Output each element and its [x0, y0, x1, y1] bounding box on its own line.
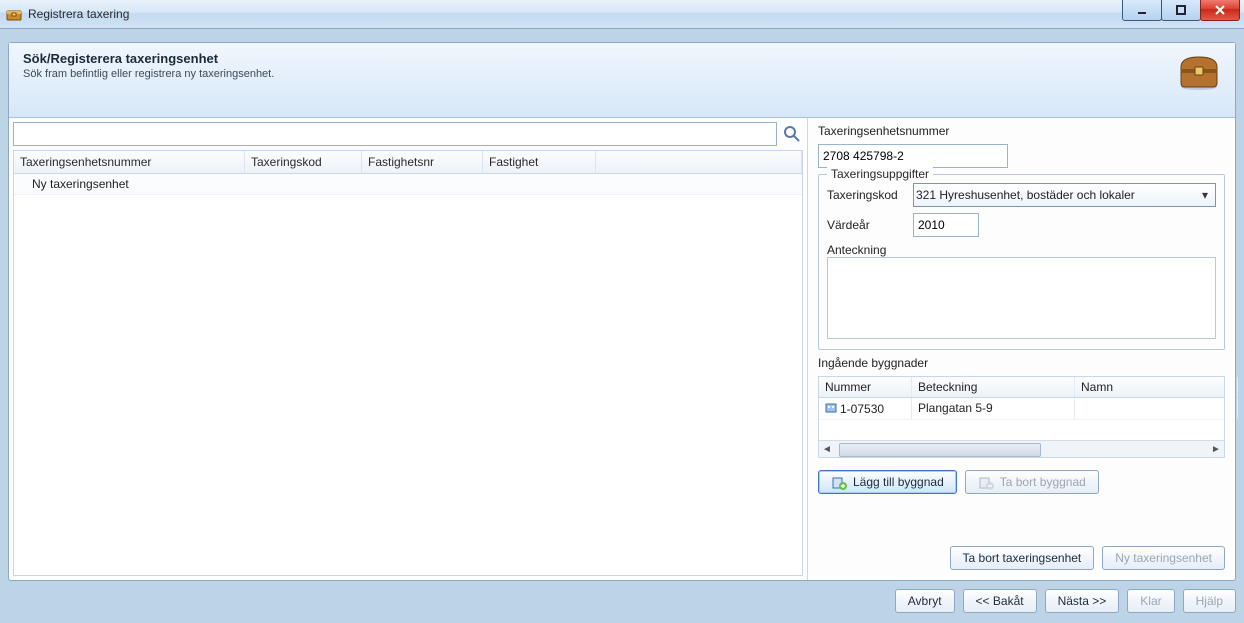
- next-button[interactable]: Nästa >>: [1045, 589, 1120, 613]
- new-unit-button[interactable]: Ny taxeringsenhet: [1102, 546, 1225, 570]
- bcell-num: 1-07530: [819, 398, 912, 419]
- bcol-bet[interactable]: Beteckning: [912, 377, 1075, 397]
- note-textarea[interactable]: [827, 257, 1216, 339]
- scroll-thumb[interactable]: [839, 443, 1041, 457]
- banner-sub: Sök fram befintlig eller registrera ny t…: [23, 68, 1221, 80]
- app-window: Registrera taxering Sök/Registerera taxe…: [0, 0, 1244, 623]
- buildings-header: Nummer Beteckning Namn Fast: [819, 377, 1224, 398]
- search-row: [13, 122, 803, 146]
- chest-icon: [1177, 53, 1221, 91]
- cell-tx: Ny taxeringsenhet: [14, 174, 256, 194]
- add-icon: [831, 474, 847, 490]
- body: Taxeringsenhetsnummer Taxeringskod Fasti…: [9, 118, 1235, 580]
- done-button[interactable]: Klar: [1127, 589, 1174, 613]
- group-legend: Taxeringsuppgifter: [827, 167, 933, 181]
- right-pane: Taxeringsenhetsnummer Taxeringsuppgifter…: [808, 118, 1235, 580]
- back-button[interactable]: << Bakåt: [963, 589, 1037, 613]
- bcol-namn[interactable]: Namn: [1075, 377, 1238, 397]
- scroll-right-icon[interactable]: ►: [1208, 441, 1224, 457]
- wizard-panel: Sök/Registerera taxeringsenhet Sök fram …: [8, 42, 1236, 581]
- left-pane: Taxeringsenhetsnummer Taxeringskod Fasti…: [9, 118, 808, 580]
- add-building-label: Lägg till byggnad: [853, 475, 944, 489]
- grid-header: Taxeringsenhetsnummer Taxeringskod Fasti…: [14, 151, 802, 174]
- cell-kod: [256, 174, 372, 194]
- bcell-bet: Plangatan 5-9: [912, 398, 1075, 419]
- scroll-left-icon[interactable]: ◄: [819, 441, 835, 457]
- window-controls: [1123, 0, 1240, 21]
- add-building-button[interactable]: Lägg till byggnad: [818, 470, 957, 494]
- minimize-button[interactable]: [1122, 0, 1162, 21]
- search-input[interactable]: [13, 122, 777, 146]
- bcol-fast[interactable]: Fast: [1238, 377, 1244, 397]
- tx-label: Taxeringsenhetsnummer: [818, 124, 1225, 138]
- col-fastighet[interactable]: Fastighet: [483, 151, 596, 173]
- col-fastighetsnr[interactable]: Fastighetsnr: [362, 151, 483, 173]
- kod-select-value: 321 Hyreshusenhet, bostäder och lokaler: [916, 188, 1135, 202]
- bcell-fast: 1-07: [1238, 398, 1244, 419]
- window-title: Registrera taxering: [28, 7, 129, 21]
- col-taxeringskod[interactable]: Taxeringskod: [245, 151, 362, 173]
- help-button[interactable]: Hjälp: [1183, 589, 1236, 613]
- bcell-namn: [1075, 398, 1238, 419]
- title-bar: Registrera taxering: [0, 0, 1244, 29]
- grid-row[interactable]: Ny taxeringsenhet: [14, 174, 802, 195]
- cell-fnr: [372, 174, 492, 194]
- remove-building-button[interactable]: Ta bort byggnad: [965, 470, 1099, 494]
- buildings-heading: Ingående byggnader: [818, 356, 1225, 370]
- note-label: Anteckning: [827, 243, 1216, 257]
- cell-fast: [492, 174, 604, 194]
- app-icon: [6, 6, 22, 22]
- wizard-footer: Avbryt << Bakåt Nästa >> Klar Hjälp: [8, 585, 1236, 617]
- kod-select[interactable]: 321 Hyreshusenhet, bostäder och lokaler …: [913, 183, 1216, 207]
- cancel-button[interactable]: Avbryt: [895, 589, 955, 613]
- remove-unit-button[interactable]: Ta bort taxeringsenhet: [950, 546, 1095, 570]
- kod-label: Taxeringskod: [827, 188, 913, 202]
- unit-grid[interactable]: Taxeringsenhetsnummer Taxeringskod Fasti…: [13, 150, 803, 576]
- building-icon: [825, 401, 837, 416]
- building-row[interactable]: 1-07530 Plangatan 5-9 1-07: [819, 398, 1224, 420]
- building-buttons: Lägg till byggnad Ta bort byggnad: [818, 470, 1225, 494]
- col-taxeringsenhetsnummer[interactable]: Taxeringsenhetsnummer: [14, 151, 245, 173]
- tx-value-input[interactable]: [818, 144, 1008, 168]
- chevron-down-icon: ▾: [1197, 188, 1213, 202]
- remove-icon: [978, 474, 994, 490]
- unit-buttons: Ta bort taxeringsenhet Ny taxeringsenhet: [818, 546, 1225, 570]
- bcol-num[interactable]: Nummer: [819, 377, 912, 397]
- remove-building-label: Ta bort byggnad: [1000, 475, 1086, 489]
- banner: Sök/Registerera taxeringsenhet Sök fram …: [9, 43, 1235, 118]
- search-icon[interactable]: [781, 123, 803, 145]
- buildings-grid[interactable]: Nummer Beteckning Namn Fast 1-07530 Plan…: [818, 376, 1225, 458]
- buildings-hscroll[interactable]: ◄ ►: [819, 440, 1224, 457]
- vardear-input[interactable]: [913, 213, 979, 237]
- col-spacer: [596, 151, 802, 173]
- tax-details-group: Taxeringsuppgifter Taxeringskod 321 Hyre…: [818, 174, 1225, 350]
- close-button[interactable]: [1200, 0, 1240, 21]
- banner-heading: Sök/Registerera taxeringsenhet: [23, 51, 1221, 66]
- maximize-button[interactable]: [1161, 0, 1201, 21]
- vardear-label: Värdeår: [827, 218, 913, 232]
